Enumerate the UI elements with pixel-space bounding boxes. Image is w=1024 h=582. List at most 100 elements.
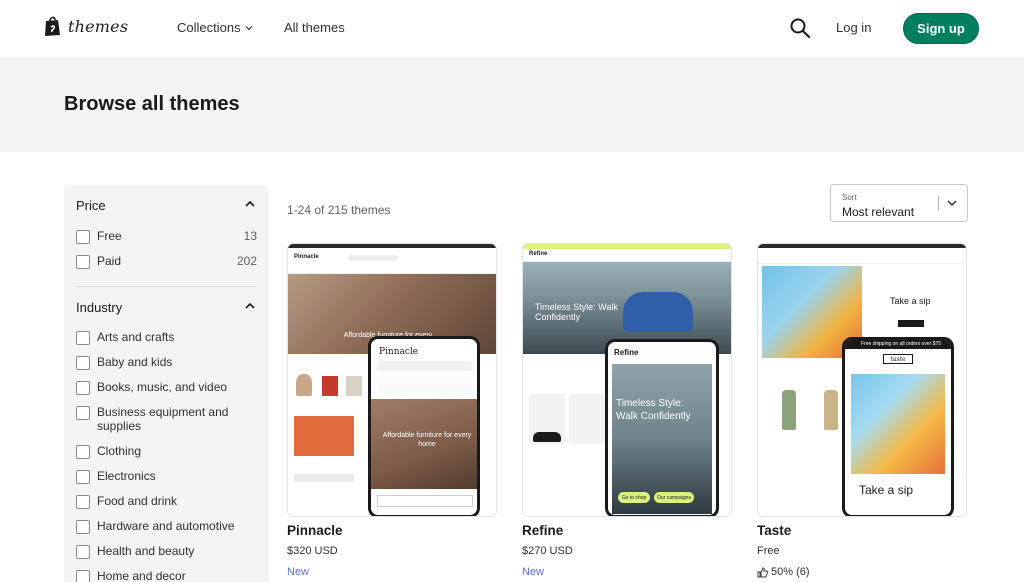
checkbox[interactable]: [76, 495, 90, 509]
checkbox[interactable]: [76, 230, 90, 244]
theme-name[interactable]: Refine: [522, 523, 563, 538]
shopify-themes-logo[interactable]: themes: [44, 15, 128, 37]
filter-option-electronics[interactable]: Electronics: [76, 469, 257, 484]
preview-product: [294, 416, 354, 456]
preview-site-name: Pinnacle: [294, 254, 319, 260]
checkbox[interactable]: [76, 470, 90, 484]
filter-industry-title[interactable]: Industry: [76, 300, 122, 315]
filter-option-label: Paid: [97, 254, 122, 268]
preview-hero-text: Take a sip: [890, 296, 931, 306]
filter-option-business-equipment[interactable]: Business equipment and supplies: [76, 405, 257, 433]
sort-value: Most relevant: [842, 205, 915, 219]
theme-price: $320 USD: [287, 545, 338, 557]
checkbox[interactable]: [76, 381, 90, 395]
chevron-up-icon[interactable]: [245, 200, 255, 208]
preview-banner: [294, 474, 354, 482]
nav-collections[interactable]: Collections: [177, 20, 253, 35]
nav-all-themes[interactable]: All themes: [284, 20, 345, 35]
logo-text: themes: [68, 16, 129, 36]
filter-option-books-music-video[interactable]: Books, music, and video: [76, 380, 257, 395]
theme-price: Free: [757, 545, 780, 557]
checkbox[interactable]: [76, 331, 90, 345]
results-count: 1-24 of 215 themes: [287, 203, 391, 217]
filter-option-label: Health and beauty: [97, 544, 195, 558]
preview-shop-button: Go to shop: [618, 492, 650, 503]
sort-select[interactable]: Sort Most relevant: [830, 184, 968, 222]
preview-campaigns-button: Our campaigns: [654, 492, 694, 503]
theme-card-pinnacle[interactable]: Pinnacle Affordable furniture for every …: [287, 243, 497, 578]
theme-rating: 50% (6): [757, 566, 810, 578]
filter-option-food-drink[interactable]: Food and drink: [76, 494, 257, 509]
checkbox[interactable]: [76, 520, 90, 534]
page-title: Browse all themes: [64, 93, 240, 115]
filter-option-clothing[interactable]: Clothing: [76, 444, 257, 459]
preview-search-bar: [348, 255, 398, 261]
preview-mobile-dropdown: [377, 495, 473, 507]
checkbox[interactable]: [76, 356, 90, 370]
checkbox[interactable]: [76, 406, 90, 420]
preview-mobile-frame: Free shipping on all orders over $75 tas…: [842, 337, 954, 516]
theme-card-taste[interactable]: Take a sip Free shipping on all orders o…: [757, 243, 967, 578]
shopify-bag-icon: [45, 16, 60, 36]
checkbox[interactable]: [76, 570, 90, 582]
filter-option-health-beauty[interactable]: Health and beauty: [76, 544, 257, 559]
preview-mobile-search: [377, 361, 473, 371]
filter-sidebar: Price Free 13 Paid 202 Industry Arts and…: [64, 185, 269, 582]
filter-option-label: Books, music, and video: [97, 380, 228, 394]
filter-option-baby-kids[interactable]: Baby and kids: [76, 355, 257, 370]
theme-name[interactable]: Pinnacle: [287, 523, 343, 538]
preview-product: [569, 394, 605, 444]
preview-mobile-hero-text: Timeless Style: Walk Confidently: [616, 398, 691, 422]
preview-product: [533, 432, 561, 442]
filter-option-label: Free: [97, 229, 122, 243]
filter-option-label: Arts and crafts: [97, 330, 175, 344]
preview-mobile-hero-text: Take a sip: [859, 483, 914, 497]
filter-option-label: Business equipment and supplies: [97, 405, 229, 433]
checkbox[interactable]: [76, 545, 90, 559]
checkbox[interactable]: [76, 445, 90, 459]
signup-button[interactable]: Sign up: [903, 13, 979, 44]
theme-preview-image[interactable]: Take a sip Free shipping on all orders o…: [757, 243, 967, 517]
filter-option-arts-crafts[interactable]: Arts and crafts: [76, 330, 257, 345]
thumbs-up-icon: [757, 567, 768, 577]
sort-label: Sort: [842, 193, 857, 202]
preview-product: [346, 376, 362, 396]
filter-option-label: Food and drink: [97, 494, 178, 508]
filter-option-count: 202: [236, 254, 257, 268]
nav-collections-label: Collections: [177, 20, 241, 35]
preview-mobile-site-name: Refine: [614, 348, 639, 357]
login-link[interactable]: Log in: [836, 20, 871, 35]
theme-name[interactable]: Taste: [757, 523, 791, 538]
preview-mobile-hero: [851, 374, 945, 474]
filter-option-free[interactable]: Free 13: [76, 229, 257, 244]
chevron-up-icon[interactable]: [245, 302, 255, 310]
checkbox[interactable]: [76, 255, 90, 269]
theme-new-badge: New: [287, 566, 310, 578]
filter-option-paid[interactable]: Paid 202: [76, 254, 257, 269]
theme-price: $270 USD: [522, 545, 573, 557]
preview-mobile-frame: Pinnacle Affordable furniture for every …: [368, 336, 480, 516]
preview-product: [296, 374, 312, 396]
preview-mobile-hero-text: Affordable furniture for every home: [382, 432, 472, 448]
preview-hero-button: [898, 320, 924, 327]
divider: [76, 286, 257, 287]
theme-new-badge: New: [522, 566, 545, 578]
preview-site-name: Refine: [529, 251, 548, 257]
filter-option-label: Home and decor: [97, 569, 186, 582]
search-icon[interactable]: [789, 17, 811, 39]
theme-card-refine[interactable]: Refine Timeless Style: Walk Confidently …: [522, 243, 732, 578]
filter-option-hardware-automotive[interactable]: Hardware and automotive: [76, 519, 257, 534]
filter-price-title[interactable]: Price: [76, 198, 106, 213]
preview-product: [782, 390, 796, 430]
theme-preview-image[interactable]: Refine Timeless Style: Walk Confidently …: [522, 243, 732, 517]
chevron-down-icon: [947, 200, 957, 207]
preview-shoe: [623, 292, 693, 332]
filter-option-label: Hardware and automotive: [97, 519, 235, 533]
preview-mobile-frame: Refine Timeless Style: Walk Confidently …: [605, 339, 719, 516]
theme-preview-image[interactable]: Pinnacle Affordable furniture for every …: [287, 243, 497, 517]
preview-mobile-promo: [377, 377, 473, 395]
preview-desktop-header: [758, 248, 966, 264]
preview-product: [322, 376, 338, 396]
preview-mobile-site-name: Pinnacle: [379, 347, 419, 357]
filter-option-home-decor[interactable]: Home and decor: [76, 569, 257, 582]
